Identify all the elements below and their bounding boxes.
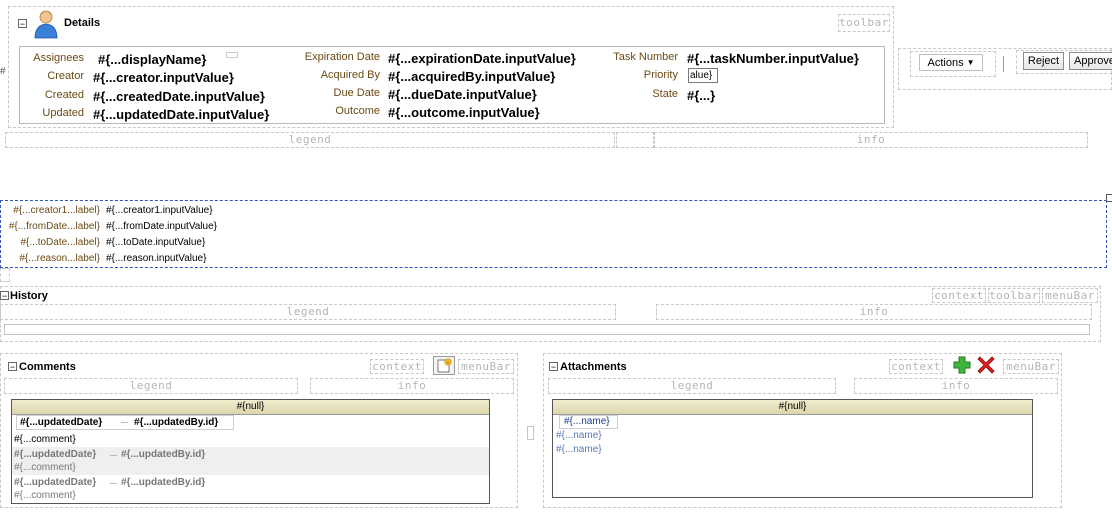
assignees-lookup-icon[interactable] [226, 52, 238, 58]
attachments-table-header: #{null} [553, 400, 1032, 415]
history-title: History [10, 290, 48, 302]
creator1-value: #{...creator1.inputValue} [106, 205, 213, 216]
expiration-label: Expiration Date [304, 51, 380, 63]
creator-label: Creator [47, 70, 84, 82]
history-content-box [4, 324, 1090, 335]
comments-head-by: #{...updatedBy.id} [134, 417, 219, 428]
created-value: #{...createdDate.inputValue} [93, 89, 265, 104]
outcome-value: #{...outcome.inputValue} [388, 105, 540, 120]
user-avatar-icon [33, 9, 59, 39]
approve-button[interactable]: Approve [1069, 52, 1112, 70]
todate-label: #{...toDate...label} [20, 237, 100, 248]
comments-menubar-placeholder: menuBar [458, 359, 514, 374]
attachment-name-link-3[interactable]: #{...name} [556, 444, 602, 455]
attachments-legend-placeholder: legend [548, 378, 836, 394]
updated-value: #{...updatedDate.inputValue} [93, 107, 270, 122]
attachments-collapse-toggle[interactable]: − [549, 362, 558, 371]
history-toolbar-placeholder: toolbar [988, 288, 1040, 303]
updated-label: Updated [42, 107, 84, 119]
comments-context-placeholder: context [370, 359, 424, 374]
form-corner-handle[interactable] [1106, 194, 1112, 202]
svg-text:+: + [447, 360, 450, 366]
details-legend-spacer [616, 132, 654, 148]
task-number-value: #{...taskNumber.inputValue} [687, 51, 859, 66]
history-context-placeholder: context [932, 288, 986, 303]
comments-row-3-by: #{...updatedBy.id} [121, 477, 206, 488]
comments-head-date: #{...updatedDate} [20, 417, 103, 428]
comments-table-header: #{null} [12, 400, 489, 415]
task-number-label: Task Number [613, 51, 678, 63]
comments-row-2-separator [110, 455, 117, 456]
attachments-context-placeholder: context [889, 359, 943, 374]
actions-menu-label: Actions [927, 56, 964, 69]
comments-row-2-comment: #{...comment} [14, 462, 76, 473]
comments-row-3-comment: #{...comment} [14, 490, 76, 501]
fromdate-value: #{...fromDate.inputValue} [106, 221, 217, 232]
details-toolbar-placeholder: toolbar [838, 14, 890, 32]
actions-menu-button[interactable]: Actions ▼ [919, 54, 983, 71]
details-collapse-toggle[interactable]: − [18, 19, 27, 28]
reason-label: #{...reason...label} [19, 253, 100, 264]
comments-row-1-comment: #{...comment} [14, 434, 76, 445]
left-edge-marker: # [0, 66, 6, 77]
assignees-value: #{...displayName} [98, 52, 207, 67]
comments-row-2-by: #{...updatedBy.id} [121, 449, 206, 460]
due-date-value: #{...dueDate.inputValue} [388, 87, 537, 102]
comments-row-3-separator [110, 483, 117, 484]
priority-label: Priority [643, 69, 678, 81]
creator1-label: #{...creator1...label} [13, 205, 100, 216]
acquired-label: Acquired By [320, 69, 380, 81]
reject-button[interactable]: Reject [1023, 52, 1064, 70]
delete-attachment-icon[interactable] [977, 356, 995, 374]
comments-row-3-date: #{...updatedDate} [14, 477, 97, 488]
attachments-menubar-placeholder: menuBar [1003, 359, 1059, 374]
attachment-name-link-1[interactable]: #{...name} [564, 416, 610, 427]
todate-value: #{...toDate.inputValue} [106, 237, 206, 248]
outcome-label: Outcome [335, 105, 380, 117]
expiration-value: #{...expirationDate.inputValue} [388, 51, 576, 66]
acquired-value: #{...acquiredBy.inputValue} [388, 69, 556, 84]
created-label: Created [44, 89, 84, 101]
history-legend-placeholder: legend [0, 304, 616, 320]
actions-separator [1003, 56, 1004, 72]
attachments-info-placeholder: info [854, 378, 1058, 394]
form-bottom-stub [0, 268, 10, 282]
comments-title: Comments [19, 361, 76, 373]
history-info-placeholder: info [656, 304, 1092, 320]
comments-head-separator [121, 422, 128, 423]
creator-value: #{...creator.inputValue} [93, 70, 234, 85]
details-info-placeholder: info [654, 132, 1088, 148]
comments-info-placeholder: info [310, 378, 514, 394]
comments-row-2-date: #{...updatedDate} [14, 449, 97, 460]
history-menubar-placeholder: menuBar [1042, 288, 1098, 303]
splitter-handle[interactable] [527, 426, 534, 440]
attachment-name-link-2[interactable]: #{...name} [556, 430, 602, 441]
state-label: State [652, 88, 678, 100]
due-date-label: Due Date [333, 87, 380, 99]
priority-field[interactable]: alue} [688, 68, 718, 83]
comments-legend-placeholder: legend [4, 378, 298, 394]
add-attachment-icon[interactable] [953, 356, 971, 374]
details-title: Details [64, 17, 101, 29]
chevron-down-icon: ▼ [966, 58, 975, 67]
reason-value: #{...reason.inputValue} [106, 253, 207, 264]
add-comment-icon[interactable]: + [433, 356, 455, 375]
fromdate-label: #{...fromDate...label} [8, 221, 100, 232]
attachments-title: Attachments [560, 361, 627, 373]
state-value: #{...} [687, 88, 716, 103]
history-collapse-toggle[interactable]: − [0, 291, 9, 300]
assignees-label: Assignees [33, 52, 84, 64]
details-legend-placeholder: legend [5, 132, 615, 148]
comments-collapse-toggle[interactable]: − [8, 362, 17, 371]
